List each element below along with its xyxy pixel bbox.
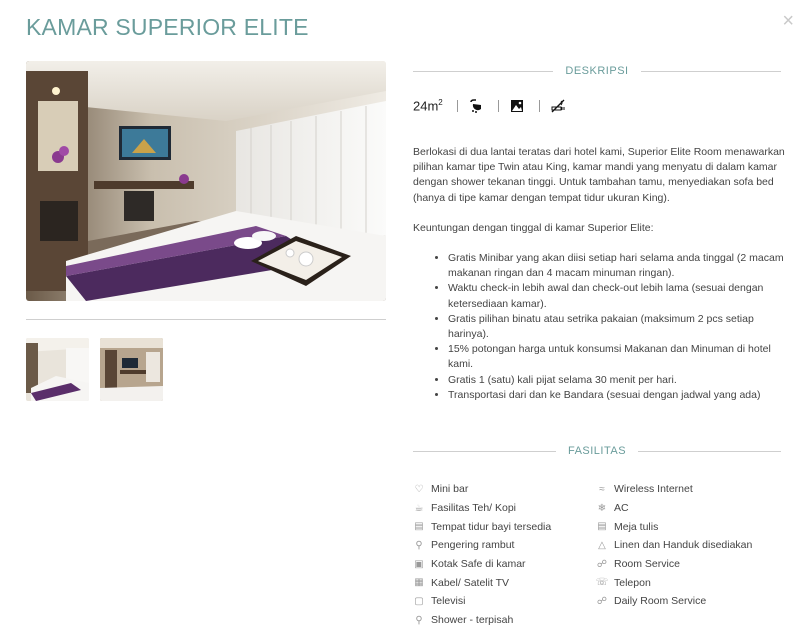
description-heading: DESKRIPSI [413,64,781,78]
hairdryer-icon: ⚲ [415,539,423,551]
facility-item: ❄ AC [596,499,752,518]
facility-label: AC [614,502,629,515]
facility-label: Kotak Safe di kamar [431,558,526,571]
crib-icon: ▤ [414,521,424,533]
facility-item: ☍ Daily Room Service [596,592,752,611]
snowflake-icon: ❄ [597,502,607,514]
facility-item: ▣ Kotak Safe di kamar [413,555,551,574]
close-icon[interactable]: × [782,11,794,31]
satellite-tv-icon: ▦ [414,577,424,589]
room-title: KAMAR SUPERIOR ELITE [26,14,309,40]
desk-icon: ▤ [597,521,607,533]
facility-item: ▤ Meja tulis [596,517,752,536]
facility-label: Room Service [614,558,680,571]
cup-icon: ☕ [414,502,424,514]
room-service-icon: ☍ [596,558,608,570]
description-paragraph-1: Berlokasi di dua lantai teratas dari hot… [413,146,785,204]
list-item: Gratis 1 (satu) kali pijat selama 30 men… [448,373,785,388]
facility-label: Shower - terpisah [431,614,514,627]
list-item: Transportasi dari dan ke Bandara (sesuai… [448,388,785,403]
facility-label: Tempat tidur bayi tersedia [431,520,552,533]
room-quick-facts: 24m2 [413,98,566,114]
wifi-icon: ≈ [599,483,605,495]
list-item: Gratis pilihan binatu atau setrika pakai… [448,312,785,342]
description-heading-label: DESKRIPSI [565,65,629,77]
room-size-value: 24m [413,98,439,114]
facility-item: ⚲ Pengering rambut [413,536,551,555]
facilities-heading: FASILITAS [413,444,781,458]
facility-item: ▦ Kabel/ Satelit TV [413,573,551,592]
list-item: Gratis Minibar yang akan diisi setiap ha… [448,251,785,281]
facility-item: ☕ Fasilitas Teh/ Kopi [413,499,551,518]
daily-service-icon: ☍ [596,595,608,607]
facility-label: Mini bar [431,483,469,496]
facility-item: ▤ Tempat tidur bayi tersedia [413,517,551,536]
shower-icon [468,98,484,114]
thumbnail-1[interactable] [26,338,89,401]
heading-rule-left [413,70,554,72]
facility-item: ☏ Telepon [596,573,752,592]
facility-label: Wireless Internet [614,483,693,496]
benefits-list: Gratis Minibar yang akan diisi setiap ha… [413,251,785,403]
shower-icon: ⚲ [415,614,423,626]
facility-item: ⚲ Shower - terpisah [413,611,551,627]
heading-rule-left [413,450,556,452]
room-size-unit: 2 [438,98,443,108]
facility-item: ≈ Wireless Internet [596,480,752,499]
facilities-right-column: ≈ Wireless Internet ❄ AC ▤ Meja tulis △ Line… [596,480,753,611]
safe-icon: ▣ [414,558,424,570]
list-item: 15% potongan harga untuk konsumsi Makana… [448,342,785,372]
thumbnail-2[interactable] [100,338,163,401]
facility-item: ☍ Room Service [596,555,752,574]
divider [456,100,458,112]
divider [497,100,499,112]
facility-label: Televisi [431,595,466,608]
heading-rule-right [640,70,781,72]
linen-icon: △ [598,539,606,551]
no-smoking-icon [550,98,566,114]
room-description: Berlokasi di dua lantai teratas dari hot… [413,145,785,403]
heading-rule-right [638,450,781,452]
description-paragraph-2: Keuntungan dengan tinggal di kamar Super… [413,221,654,234]
facility-label: Daily Room Service [614,595,707,608]
facility-label: Fasilitas Teh/ Kopi [431,502,517,515]
facilities-heading-label: FASILITAS [567,445,627,457]
facility-item: ▢ Televisi [413,592,551,611]
facility-item: △ Linen dan Handuk disediakan [596,536,752,555]
main-room-photo [26,61,386,301]
image-icon [509,98,525,114]
room-size: 24m2 [413,98,443,113]
facility-label: Linen dan Handuk disediakan [614,539,753,552]
facility-label: Kabel/ Satelit TV [431,576,510,589]
tv-icon: ▢ [414,595,424,607]
divider [538,100,540,112]
list-item: Waktu check-in lebih awal dan check-out … [448,281,785,311]
room-detail-modal: KAMAR SUPERIOR ELITE × DESKRIPSI 24m2 Be… [0,0,811,627]
facilities-left-column: ♡ Mini bar ☕ Fasilitas Teh/ Kopi ▤ Tempat t… [413,480,551,627]
facility-item: ♡ Mini bar [413,480,551,499]
bottle-icon: ♡ [414,483,424,495]
facility-label: Telepon [614,576,651,589]
facility-label: Pengering rambut [431,539,515,552]
gallery-divider [26,319,386,320]
phone-icon: ☏ [595,577,609,589]
facility-label: Meja tulis [614,520,659,533]
